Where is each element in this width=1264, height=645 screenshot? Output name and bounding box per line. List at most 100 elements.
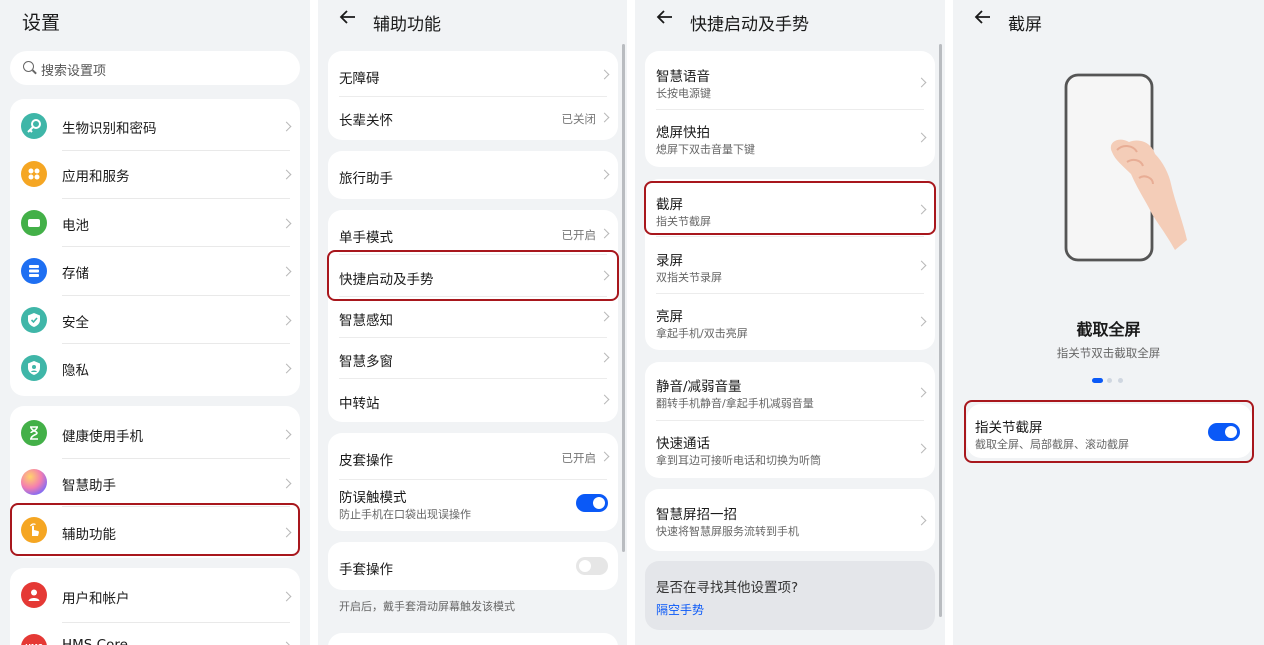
settings-item-assistant[interactable]: 智慧助手 bbox=[10, 458, 300, 506]
settings-item-biometrics[interactable]: 生物识别和密码 bbox=[10, 99, 300, 153]
scrollbar[interactable] bbox=[622, 44, 625, 552]
shield-icon bbox=[21, 307, 47, 333]
menu-item-subtitle: 熄屏下双击音量下键 bbox=[656, 143, 755, 156]
page-title: 快捷启动及手势 bbox=[690, 15, 809, 35]
highlight-box bbox=[327, 250, 619, 301]
search-icon bbox=[23, 61, 34, 72]
back-arrow-icon[interactable] bbox=[338, 7, 358, 32]
settings-item-hms-core[interactable]: HMS HMS Core bbox=[10, 622, 300, 645]
menu-item-label: 智慧多窗 bbox=[339, 354, 393, 370]
menu-item-glove-mode: 手套操作 bbox=[328, 542, 618, 590]
chevron-right-icon bbox=[599, 228, 610, 239]
menu-item-label: 智慧屏招一招 bbox=[656, 507, 737, 523]
page-dot-active bbox=[1092, 378, 1103, 383]
chevron-right-icon bbox=[599, 311, 610, 322]
anti-mistouch-toggle[interactable] bbox=[576, 494, 608, 512]
accessibility-group-6 bbox=[328, 633, 618, 645]
menu-item-label: 手套操作 bbox=[339, 562, 393, 578]
settings-item-label: 智慧助手 bbox=[62, 478, 116, 494]
page-title: 辅助功能 bbox=[373, 15, 441, 35]
chevron-right-icon bbox=[916, 515, 927, 526]
chevron-right-icon bbox=[281, 429, 292, 440]
search-placeholder: 搜索设置项 bbox=[41, 64, 107, 79]
menu-item-anti-mistouch: 防误触模式 防止手机在口袋出现误操作 bbox=[328, 479, 618, 531]
menu-item-smart-voice[interactable]: 智慧语音 长按电源键 bbox=[645, 51, 935, 109]
settings-item-label: 健康使用手机 bbox=[62, 429, 143, 445]
search-input[interactable]: 搜索设置项 bbox=[10, 51, 300, 85]
back-arrow-icon[interactable] bbox=[655, 7, 675, 32]
settings-item-digital-balance[interactable]: 健康使用手机 bbox=[10, 406, 300, 458]
menu-item-label: 亮屏 bbox=[656, 309, 683, 325]
settings-item-accounts[interactable]: 用户和帐户 bbox=[10, 568, 300, 622]
menu-item-one-hand[interactable]: 单手模式 已开启 bbox=[328, 210, 618, 254]
settings-panel: 设置 搜索设置项 生物识别和密码 应用和服务 电池 存储 安全 隐私 健康使用手… bbox=[0, 0, 310, 645]
screenshot-panel: 截屏 截取全屏 指关节双击截取全屏 指关节截屏 截取全屏、局部截屏、滚动截屏 bbox=[953, 0, 1264, 645]
feature-heading: 截取全屏 bbox=[1076, 320, 1141, 339]
menu-item-quick-call[interactable]: 快速通话 拿到耳边可接听电话和切换为听筒 bbox=[645, 420, 935, 478]
menu-item-label: 旅行助手 bbox=[339, 171, 393, 187]
menu-item-cover-operation[interactable]: 皮套操作 已开启 bbox=[328, 433, 618, 479]
settings-group-1: 生物识别和密码 应用和服务 电池 存储 安全 隐私 bbox=[10, 99, 300, 396]
menu-item-label: 单手模式 bbox=[339, 230, 393, 246]
settings-item-label: 生物识别和密码 bbox=[62, 121, 157, 137]
highlight-box bbox=[10, 503, 300, 556]
accessibility-group-4: 皮套操作 已开启 防误触模式 防止手机在口袋出现误操作 bbox=[328, 433, 618, 531]
chevron-right-icon bbox=[916, 443, 927, 454]
suggestion-link[interactable]: 隔空手势 bbox=[656, 601, 704, 618]
glove-mode-toggle[interactable] bbox=[576, 557, 608, 575]
settings-item-label: HMS Core bbox=[62, 637, 128, 645]
settings-group-3: 用户和帐户 HMS HMS Core bbox=[10, 568, 300, 645]
settings-item-security[interactable]: 安全 bbox=[10, 295, 300, 343]
menu-item-travel-assistant[interactable]: 旅行助手 bbox=[328, 151, 618, 199]
settings-item-apps[interactable]: 应用和服务 bbox=[10, 149, 300, 197]
shortcuts-gestures-panel: 快捷启动及手势 智慧语音 长按电源键 熄屏快拍 熄屏下双击音量下键 截屏 指关节… bbox=[635, 0, 945, 645]
status-value: 已开启 bbox=[561, 451, 597, 465]
back-arrow-icon[interactable] bbox=[973, 7, 993, 32]
chevron-right-icon bbox=[916, 132, 927, 143]
feature-caption: 指关节双击截取全屏 bbox=[1056, 346, 1161, 360]
menu-item-mute-reduce-volume[interactable]: 静音/减弱音量 翻转手机静音/拿起手机减弱音量 bbox=[645, 362, 935, 420]
chevron-right-icon bbox=[599, 451, 610, 462]
chevron-right-icon bbox=[281, 591, 292, 602]
chevron-right-icon bbox=[281, 169, 292, 180]
chevron-right-icon bbox=[281, 315, 292, 326]
settings-item-label: 应用和服务 bbox=[62, 169, 130, 185]
key-icon bbox=[21, 113, 47, 139]
chevron-right-icon bbox=[916, 77, 927, 88]
menu-item-wake-screen[interactable]: 亮屏 拿起手机/双击亮屏 bbox=[645, 293, 935, 350]
storage-icon bbox=[21, 258, 47, 284]
chevron-right-icon bbox=[916, 387, 927, 398]
menu-item-label: 静音/减弱音量 bbox=[656, 379, 742, 395]
status-value: 已开启 bbox=[561, 228, 597, 242]
menu-item-smart-perception[interactable]: 智慧感知 bbox=[328, 296, 618, 337]
menu-item-screen-record[interactable]: 录屏 双指关节录屏 bbox=[645, 236, 935, 293]
gesture-group-3: 静音/减弱音量 翻转手机静音/拿起手机减弱音量 快速通话 拿到耳边可接听电话和切… bbox=[645, 362, 935, 478]
highlight-box bbox=[964, 400, 1254, 463]
menu-item-label: 防误触模式 bbox=[339, 490, 407, 506]
knuckle-screenshot-illustration bbox=[1057, 62, 1187, 272]
settings-item-battery[interactable]: 电池 bbox=[10, 198, 300, 246]
chevron-right-icon bbox=[281, 641, 292, 645]
settings-item-privacy[interactable]: 隐私 bbox=[10, 343, 300, 393]
settings-item-label: 电池 bbox=[62, 218, 89, 234]
menu-item-screen-off-snapshot[interactable]: 熄屏快拍 熄屏下双击音量下键 bbox=[645, 109, 935, 167]
menu-item-smart-multiwindow[interactable]: 智慧多窗 bbox=[328, 337, 618, 378]
menu-item-subtitle: 防止手机在口袋出现误操作 bbox=[339, 508, 471, 521]
menu-item-subtitle: 翻转手机静音/拿起手机减弱音量 bbox=[656, 397, 814, 410]
accessibility-group-5: 手套操作 bbox=[328, 542, 618, 590]
menu-item-barrier-free[interactable]: 无障碍 bbox=[328, 51, 618, 96]
scrollbar[interactable] bbox=[939, 44, 942, 617]
settings-item-storage[interactable]: 存储 bbox=[10, 246, 300, 294]
menu-item-elder-care[interactable]: 长辈关怀 已关闭 bbox=[328, 96, 618, 140]
page-title: 设置 bbox=[22, 12, 61, 34]
menu-item-transfer-station[interactable]: 中转站 bbox=[328, 378, 618, 422]
suggestion-question: 是否在寻找其他设置项? bbox=[656, 580, 799, 596]
chevron-right-icon bbox=[916, 316, 927, 327]
glove-mode-note: 开启后，戴手套滑动屏幕触发该模式 bbox=[339, 600, 515, 613]
chevron-right-icon bbox=[599, 69, 610, 80]
page-title: 截屏 bbox=[1008, 15, 1042, 35]
menu-item-smart-screen-wave[interactable]: 智慧屏招一招 快速将智慧屏服务流转到手机 bbox=[645, 489, 935, 551]
menu-item-label: 快速通话 bbox=[656, 436, 710, 452]
menu-item-subtitle: 长按电源键 bbox=[656, 87, 711, 100]
menu-item-subtitle: 快速将智慧屏服务流转到手机 bbox=[656, 525, 799, 538]
